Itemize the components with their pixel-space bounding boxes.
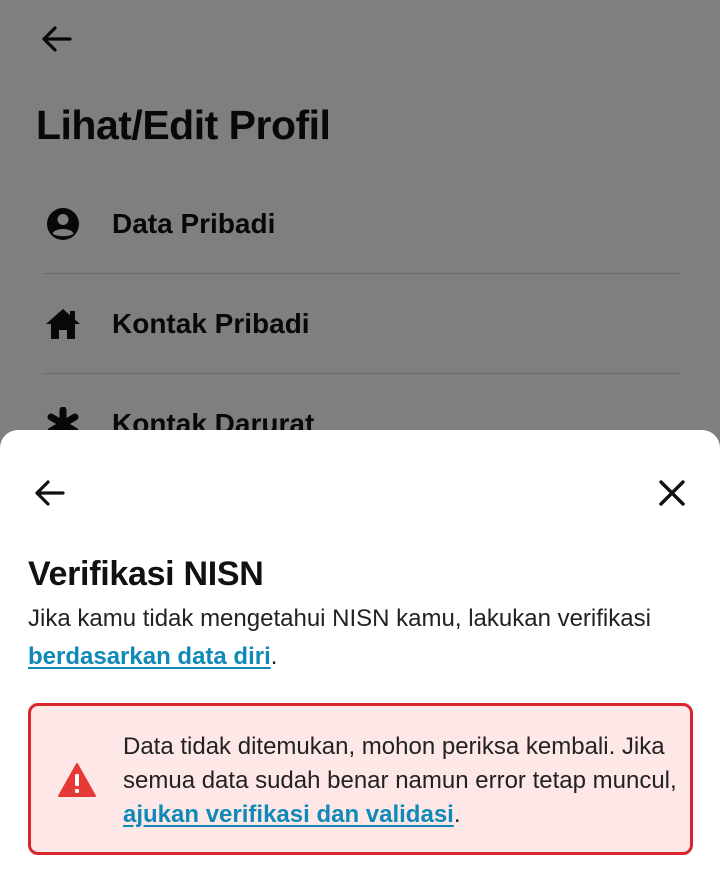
screen: Lihat/Edit Profil Data Pribadi Kontak Pr… bbox=[0, 0, 720, 877]
alert-text: Data tidak ditemukan, mohon periksa kemb… bbox=[123, 733, 677, 794]
description-text: Jika kamu tidak mengetahui NISN kamu, la… bbox=[28, 605, 651, 632]
nisn-verification-sheet: Verifikasi NISN Jika kamu tidak mengetah… bbox=[0, 430, 720, 877]
arrow-left-icon bbox=[35, 480, 65, 506]
sheet-back-button[interactable] bbox=[30, 475, 68, 511]
alert-message: Data tidak ditemukan, mohon periksa kemb… bbox=[123, 730, 683, 832]
submit-verification-link[interactable]: ajukan verifikasi dan validasi bbox=[123, 801, 454, 828]
verify-by-personal-data-link[interactable]: berdasarkan data diri bbox=[28, 643, 271, 670]
description-suffix: . bbox=[270, 643, 278, 670]
error-alert: Data tidak ditemukan, mohon periksa kemb… bbox=[28, 703, 693, 855]
close-icon bbox=[659, 480, 685, 506]
alert-suffix: . bbox=[453, 801, 461, 828]
warning-triangle-icon bbox=[58, 763, 96, 797]
sheet-description: Jika kamu tidak mengetahui NISN kamu, la… bbox=[28, 600, 698, 676]
close-button[interactable] bbox=[652, 475, 692, 511]
sheet-title: Verifikasi NISN bbox=[28, 555, 264, 593]
